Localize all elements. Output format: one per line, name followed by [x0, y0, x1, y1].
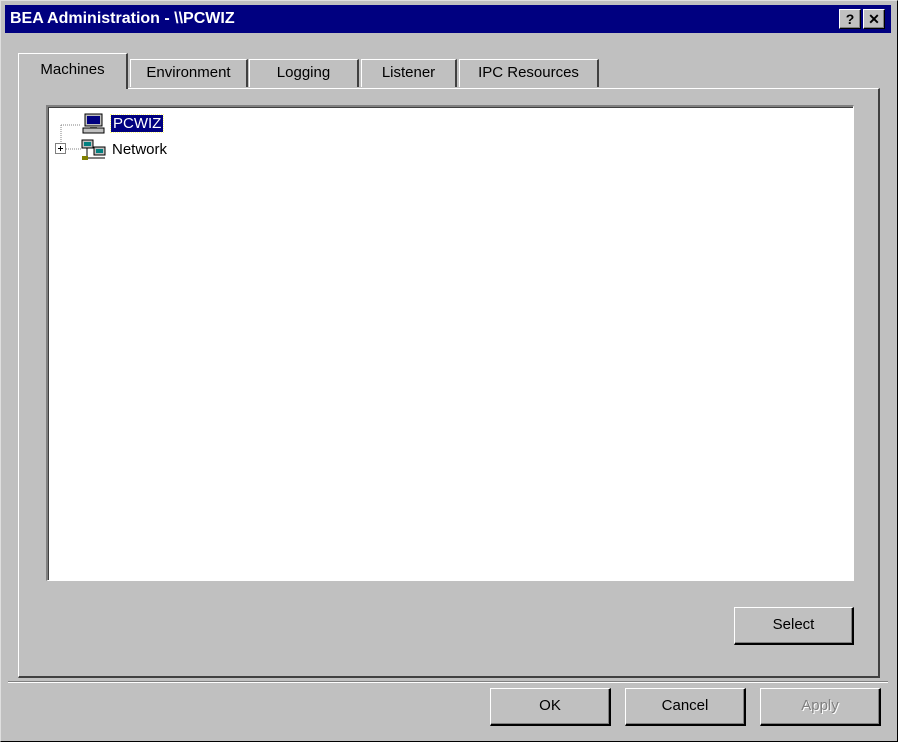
tab-logging[interactable]: Logging [249, 59, 359, 87]
tab-ipc-resources[interactable]: IPC Resources [459, 59, 599, 87]
network-icon [81, 139, 106, 160]
window-title: BEA Administration - \\PCWIZ [10, 10, 235, 27]
cancel-button[interactable]: Cancel [625, 688, 746, 726]
select-button-label: Select [772, 616, 815, 633]
select-button[interactable]: Select [734, 607, 854, 645]
close-button[interactable]: ✕ [863, 9, 885, 29]
tree-node-label: Network [112, 141, 168, 158]
tab-environment[interactable]: Environment [130, 59, 248, 87]
ok-button[interactable]: OK [490, 688, 611, 726]
help-button[interactable]: ? [839, 9, 861, 29]
divider [8, 681, 888, 683]
computer-icon [82, 113, 105, 134]
title-bar[interactable]: BEA Administration - \\PCWIZ ? ✕ [5, 5, 891, 33]
machines-tree[interactable]: PCWIZ Network [46, 105, 854, 581]
apply-button: Apply [760, 688, 881, 726]
tab-listener[interactable]: Listener [361, 59, 457, 87]
tab-machines[interactable]: Machines [18, 53, 128, 89]
expand-plus-icon[interactable] [55, 143, 67, 155]
tree-node-label: PCWIZ [109, 114, 165, 133]
